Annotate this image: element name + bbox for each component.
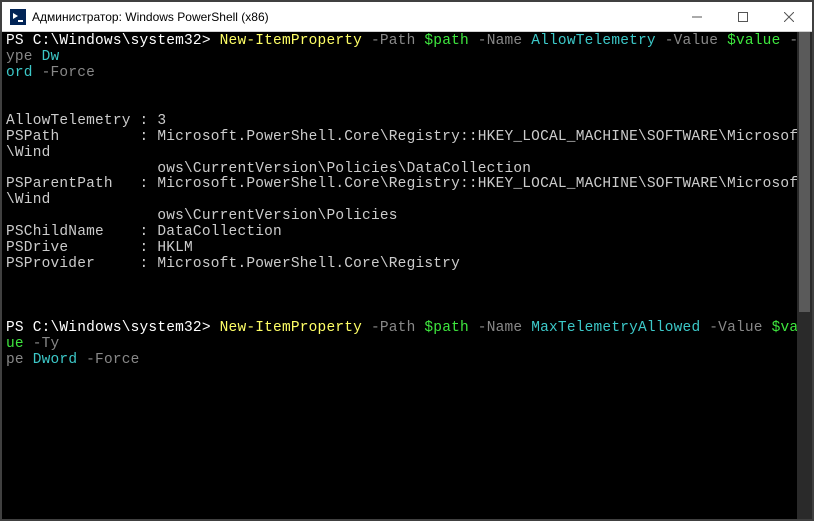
param: -Name (469, 33, 531, 49)
param: -Force (33, 65, 95, 81)
output-value: HKLM (157, 240, 193, 256)
maximize-button[interactable] (720, 2, 766, 31)
param: pe (6, 352, 33, 368)
param-value: ord (6, 65, 33, 81)
output-label: PSChildName : (6, 224, 157, 240)
output-value: ows\CurrentVersion\Policies (6, 208, 398, 224)
output-label: PSDrive : (6, 240, 157, 256)
output-label: PSParentPath : (6, 176, 157, 192)
output-label: AllowTelemetry : (6, 113, 157, 129)
output-value: Microsoft.PowerShell.Core\Registry (157, 256, 460, 272)
param-value: AllowTelemetry (531, 33, 656, 49)
param-value: MaxTelemetryAllowed (531, 320, 700, 336)
variable: $path (424, 33, 469, 49)
powershell-icon (10, 9, 26, 25)
param: -Value (656, 33, 727, 49)
window-title: Администратор: Windows PowerShell (x86) (32, 10, 674, 24)
output-value: ows\CurrentVersion\Policies\DataCollecti… (6, 161, 531, 177)
prompt-path: PS C:\Windows\system32> (6, 33, 220, 49)
cmdlet-name: New-ItemProperty (220, 33, 362, 49)
output-label: PSProvider : (6, 256, 157, 272)
param: -Ty (24, 336, 60, 352)
close-button[interactable] (766, 2, 812, 31)
window-controls (674, 2, 812, 31)
minimize-button[interactable] (674, 2, 720, 31)
scrollbar-thumb[interactable] (799, 32, 810, 312)
titlebar[interactable]: Администратор: Windows PowerShell (x86) (2, 2, 812, 32)
prompt-path: PS C:\Windows\system32> (6, 320, 220, 336)
param-value: Dword (33, 352, 78, 368)
output-value: 3 (157, 113, 166, 129)
cmdlet-name: New-ItemProperty (220, 320, 362, 336)
scrollbar-track[interactable] (797, 32, 812, 519)
output-value: DataCollection (157, 224, 282, 240)
param-value: Dw (42, 49, 60, 65)
terminal-area[interactable]: PS C:\Windows\system32> New-ItemProperty… (2, 32, 812, 519)
param: -Value (700, 320, 771, 336)
param: -Path (362, 33, 424, 49)
output-label: PSPath : (6, 129, 157, 145)
variable: $value (727, 33, 780, 49)
param: -Name (469, 320, 531, 336)
param: -Force (77, 352, 139, 368)
variable: $path (424, 320, 469, 336)
param: -Path (362, 320, 424, 336)
